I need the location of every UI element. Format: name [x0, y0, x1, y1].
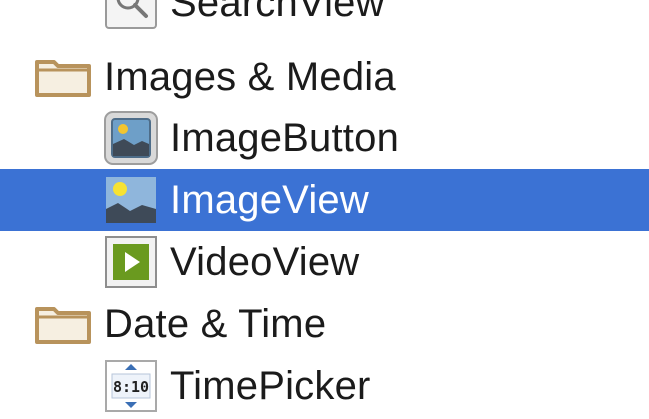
- folder-icon: [34, 56, 92, 98]
- palette-category-date-time[interactable]: Date & Time: [0, 293, 649, 355]
- palette-item-imageview[interactable]: ImageView: [0, 169, 649, 231]
- palette-item-imagebutton[interactable]: ImageButton: [0, 107, 649, 169]
- palette-item-timepicker[interactable]: 8:10 TimePicker: [0, 355, 649, 417]
- time-picker-icon: 8:10: [104, 359, 158, 413]
- image-view-icon: [104, 173, 158, 227]
- palette-item-label: ImageButton: [170, 116, 400, 160]
- palette-item-videoview[interactable]: VideoView: [0, 231, 649, 293]
- palette-item-searchview[interactable]: SearchView: [0, 0, 649, 34]
- palette-item-label: TimePicker: [170, 364, 371, 408]
- image-button-icon: [104, 111, 158, 165]
- palette-item-label: ImageView: [170, 178, 369, 222]
- palette-category-label: Images & Media: [104, 55, 396, 99]
- search-icon: [104, 0, 158, 30]
- video-view-icon: [104, 235, 158, 289]
- palette-category-images-media[interactable]: Images & Media: [0, 46, 649, 108]
- folder-icon: [34, 303, 92, 345]
- time-picker-icon-text: 8:10: [113, 378, 149, 396]
- palette-category-label: Date & Time: [104, 302, 327, 346]
- widget-palette: SearchView Images & Media ImageButton Im…: [0, 0, 649, 419]
- palette-item-label: VideoView: [170, 240, 360, 284]
- palette-item-label: SearchView: [170, 0, 385, 25]
